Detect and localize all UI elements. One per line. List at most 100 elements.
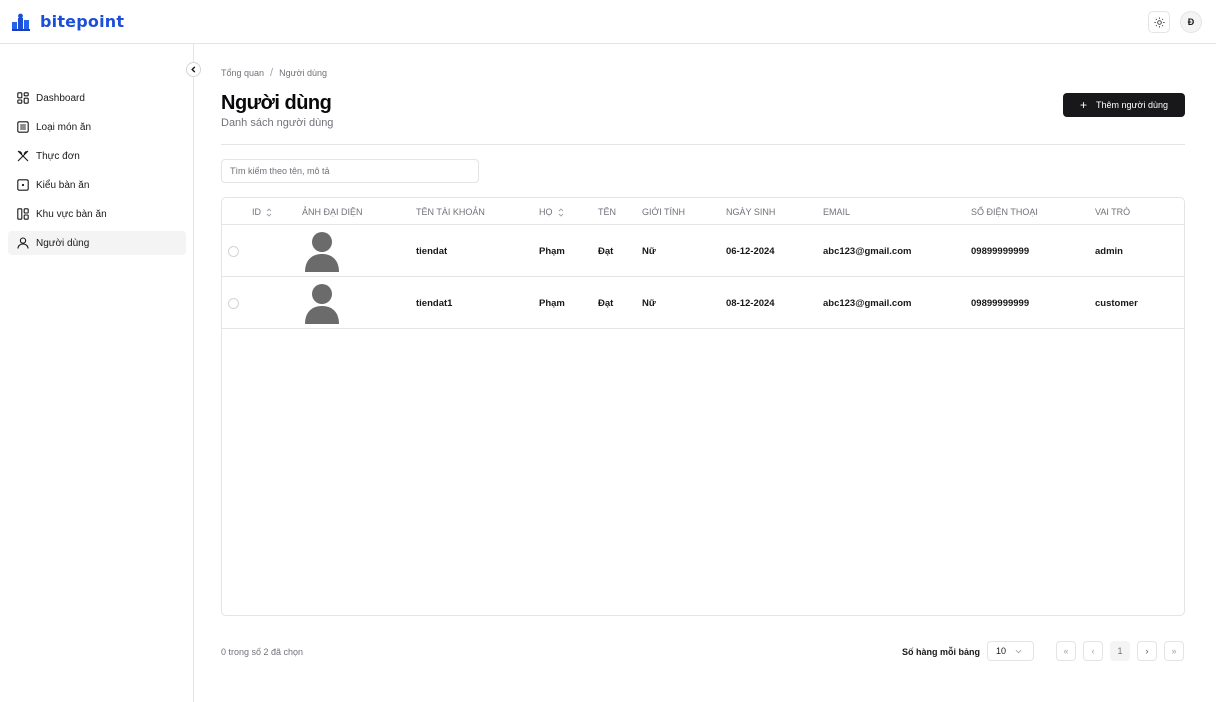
list-icon <box>17 121 29 133</box>
table-row[interactable]: tiendat Phạm Đạt Nữ 06-12-2024 abc123@gm… <box>222 225 1184 277</box>
cell-role: admin <box>1095 246 1123 257</box>
sidebar-item-table-areas[interactable]: Khu vực bàn ăn <box>8 202 186 226</box>
users-table: ID ẢNH ĐẠI DIỆN TÊN TÀI KHOẢN HỌ TÊN GIỚ… <box>221 197 1185 616</box>
sidebar-item-label: Người dùng <box>36 237 90 249</box>
user-avatar-button[interactable]: Đ <box>1180 11 1202 33</box>
add-user-button-label: Thêm người dùng <box>1096 100 1168 110</box>
add-user-button[interactable]: + Thêm người dùng <box>1063 93 1185 117</box>
column-header-role: VAI TRÒ <box>1095 207 1130 217</box>
sidebar-item-menu[interactable]: Thực đơn <box>8 144 186 168</box>
current-page-button[interactable]: 1 <box>1110 641 1130 661</box>
breadcrumb-root-link[interactable]: Tổng quan <box>221 68 264 78</box>
chevrons-left-icon: « <box>1063 646 1069 656</box>
column-header-first-name: TÊN <box>598 207 616 217</box>
column-header-username: TÊN TÀI KHOẢN <box>416 207 485 217</box>
column-header-label: SỐ ĐIỆN THOẠI <box>971 207 1038 217</box>
column-header-id[interactable]: ID <box>252 207 272 217</box>
user-icon <box>17 237 29 249</box>
chevron-left-icon <box>191 66 196 73</box>
divider <box>221 144 1185 145</box>
current-page-number: 1 <box>1117 646 1123 656</box>
rows-per-page-select[interactable]: 10 <box>987 641 1034 661</box>
plus-icon: + <box>1080 98 1088 112</box>
breadcrumb-current: Người dùng <box>279 68 328 78</box>
row-select-checkbox[interactable] <box>228 246 239 257</box>
column-header-label: TÊN <box>598 207 616 217</box>
column-header-label: NGÀY SINH <box>726 207 776 217</box>
cell-username: tiendat <box>416 246 448 257</box>
cell-phone: 09899999999 <box>971 246 1030 257</box>
page-subtitle: Danh sách người dùng <box>221 117 334 129</box>
cell-role: customer <box>1095 298 1138 309</box>
sidebar-item-dish-categories[interactable]: Loại món ăn <box>8 115 186 139</box>
dashboard-grid-icon <box>17 92 29 104</box>
cell-first-name: Đạt <box>598 246 614 257</box>
sort-icon <box>558 207 563 217</box>
column-header-label: HỌ <box>539 207 553 217</box>
sidebar-item-label: Kiểu bàn ăn <box>36 179 90 191</box>
column-header-gender: GIỚI TÍNH <box>642 207 685 217</box>
top-header: bitepoint Đ <box>0 0 1216 44</box>
column-header-phone: SỐ ĐIỆN THOẠI <box>971 207 1038 217</box>
chevron-right-icon: › <box>1145 646 1149 656</box>
cell-birthday: 08-12-2024 <box>726 298 775 309</box>
brand[interactable]: bitepoint <box>12 12 124 31</box>
breadcrumb: Tổng quan / Người dùng <box>221 67 327 79</box>
cell-last-name: Phạm <box>539 298 565 309</box>
brand-name: bitepoint <box>40 12 125 31</box>
column-header-birthday: NGÀY SINH <box>726 207 775 217</box>
sidebar-item-label: Khu vực bàn ăn <box>36 208 107 220</box>
sidebar-item-label: Thực đơn <box>36 150 80 162</box>
sidebar-item-label: Loại món ăn <box>36 121 92 133</box>
column-header-label: EMAIL <box>823 207 851 217</box>
user-avatar-placeholder-icon <box>305 232 339 272</box>
sun-icon <box>1153 16 1165 28</box>
cell-username: tiendat1 <box>416 298 453 309</box>
sidebar-item-users[interactable]: Người dùng <box>8 231 186 255</box>
sort-icon <box>266 207 272 217</box>
cell-gender: Nữ <box>642 298 656 309</box>
breadcrumb-separator: / <box>270 67 274 79</box>
cell-last-name: Phạm <box>539 246 565 257</box>
row-select-checkbox[interactable] <box>228 298 239 309</box>
layout-icon <box>17 208 29 220</box>
column-header-avatar: ẢNH ĐẠI DIỆN <box>302 207 363 217</box>
sidebar-collapse-button[interactable] <box>186 62 201 77</box>
page-title: Người dùng <box>221 92 332 114</box>
column-header-last-name[interactable]: HỌ <box>539 207 564 217</box>
sidebar-item-table-types[interactable]: Kiểu bàn ăn <box>8 173 186 197</box>
chevrons-right-icon: » <box>1171 646 1177 656</box>
first-page-button[interactable]: « <box>1056 641 1076 661</box>
cell-birthday: 06-12-2024 <box>726 246 775 257</box>
column-header-label: TÊN TÀI KHOẢN <box>416 207 485 217</box>
utensils-icon <box>17 150 29 162</box>
table-header: ID ẢNH ĐẠI DIỆN TÊN TÀI KHOẢN HỌ TÊN GIỚ… <box>222 198 1184 225</box>
cell-first-name: Đạt <box>598 298 614 309</box>
column-header-label: GIỚI TÍNH <box>642 207 686 217</box>
chevron-down-icon <box>1015 649 1022 653</box>
theme-toggle-button[interactable] <box>1148 11 1170 33</box>
square-dot-icon <box>17 179 29 191</box>
table-row[interactable]: tiendat1 Phạm Đạt Nữ 08-12-2024 abc123@g… <box>222 277 1184 329</box>
last-page-button[interactable]: » <box>1164 641 1184 661</box>
rows-per-page-value: 10 <box>996 646 1007 656</box>
column-header-email: EMAIL <box>823 207 850 217</box>
rows-per-page-label: Số hàng mỗi bảng <box>902 647 980 657</box>
next-page-button[interactable]: › <box>1137 641 1157 661</box>
chevron-left-icon: ‹ <box>1091 646 1095 656</box>
column-header-label: ID <box>252 207 261 217</box>
cell-phone: 09899999999 <box>971 298 1030 309</box>
sidebar-nav: Dashboard Loại món ăn Thực đơn Kiểu bàn … <box>8 86 186 260</box>
cell-email: abc123@gmail.com <box>823 298 912 309</box>
cell-gender: Nữ <box>642 246 656 257</box>
search-input[interactable] <box>221 159 479 183</box>
selection-status: 0 trong số 2 đã chọn <box>221 647 304 657</box>
user-avatar-placeholder-icon <box>305 284 339 324</box>
previous-page-button[interactable]: ‹ <box>1083 641 1103 661</box>
avatar-initial: Đ <box>1187 17 1195 27</box>
sidebar-item-label: Dashboard <box>36 92 85 104</box>
bitepoint-logo-icon <box>12 13 33 31</box>
column-header-label: ẢNH ĐẠI DIỆN <box>302 207 363 217</box>
cell-email: abc123@gmail.com <box>823 246 912 257</box>
sidebar-item-dashboard[interactable]: Dashboard <box>8 86 186 110</box>
